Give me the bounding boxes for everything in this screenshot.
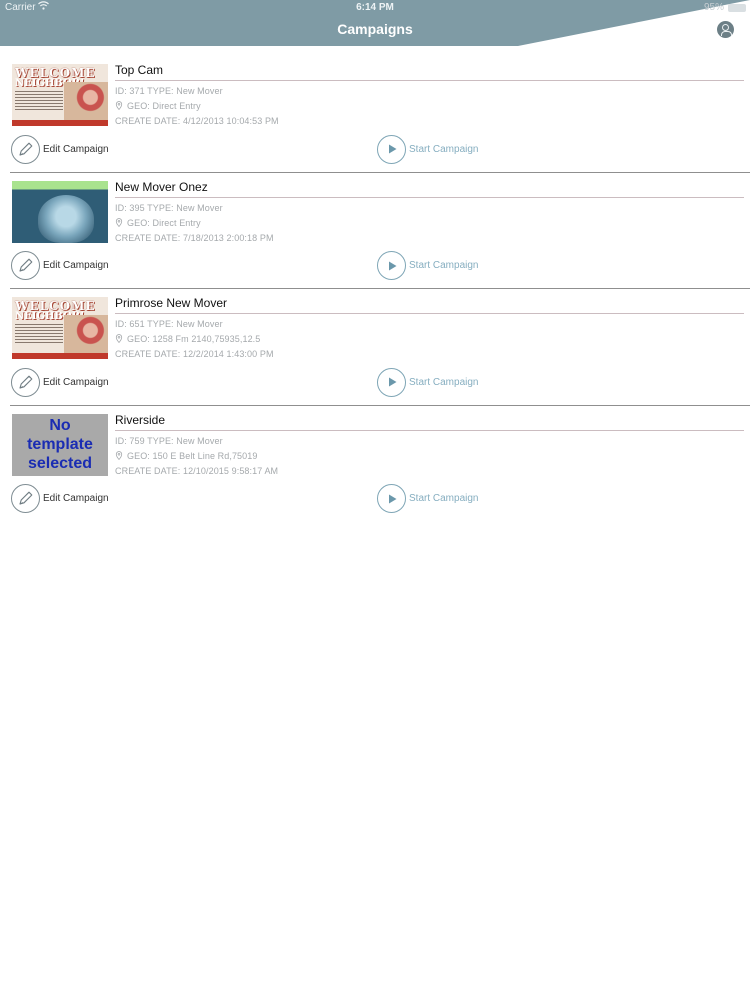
campaign-geo-text: GEO: 1258 Fm 2140,75935,12.5 xyxy=(127,334,261,344)
clock: 6:14 PM xyxy=(356,2,394,13)
start-campaign-button[interactable]: Start Campaign xyxy=(377,484,478,514)
edit-campaign-button[interactable]: Edit Campaign xyxy=(11,134,109,164)
campaign-create-date: CREATE DATE: 12/10/2015 9:58:17 AM xyxy=(115,465,279,476)
campaign-geo-text: GEO: Direct Entry xyxy=(127,101,201,111)
campaign-id-type: ID: 651 TYPE: New Mover xyxy=(115,319,223,329)
campaign-geo-text: GEO: Direct Entry xyxy=(127,217,201,228)
campaign-list: WELCOME NEIGHBOR! Top Cam ID: 371 TYPE: … xyxy=(0,56,750,522)
pencil-icon xyxy=(11,484,40,513)
pencil-icon xyxy=(11,367,40,397)
campaign-create-date: CREATE DATE: 4/12/2013 10:04:53 PM xyxy=(115,116,279,126)
no-template-text: selected xyxy=(27,455,93,472)
edit-campaign-button[interactable]: Edit Campaign xyxy=(11,251,109,281)
battery-percentage: 95% xyxy=(703,2,724,13)
campaign-id-type: ID: 759 TYPE: New Mover xyxy=(115,435,223,446)
play-icon xyxy=(377,367,406,397)
start-campaign-label: Start Campaign xyxy=(409,376,479,388)
edit-campaign-button[interactable]: Edit Campaign xyxy=(11,367,109,397)
campaign-card: New Mover Onez ID: 395 TYPE: New Mover G… xyxy=(0,173,750,289)
thumbnail-footer-bar xyxy=(12,353,108,359)
battery-icon xyxy=(728,4,746,12)
edit-campaign-button[interactable]: Edit Campaign xyxy=(11,484,109,514)
campaign-thumbnail[interactable]: No template selected xyxy=(12,413,108,476)
campaign-geo: GEO: 1258 Fm 2140,75935,12.5 xyxy=(115,334,260,344)
campaign-geo: GEO: Direct Entry xyxy=(115,101,201,111)
campaign-card: WELCOME NEIGHBOR! Top Cam ID: 371 TYPE: … xyxy=(0,56,750,173)
location-pin-icon xyxy=(115,217,123,227)
campaign-thumbnail[interactable]: WELCOME NEIGHBOR! xyxy=(12,297,108,359)
play-icon xyxy=(377,484,406,513)
pencil-icon xyxy=(11,251,40,280)
divider xyxy=(115,196,744,198)
divider xyxy=(115,313,744,314)
thumbnail-photo xyxy=(38,194,94,243)
location-pin-icon xyxy=(115,101,123,110)
edit-campaign-label: Edit Campaign xyxy=(43,376,109,388)
campaign-geo: GEO: Direct Entry xyxy=(115,218,201,228)
start-campaign-button[interactable]: Start Campaign xyxy=(377,251,478,281)
campaign-create-date: CREATE DATE: 7/18/2013 2:00:18 PM xyxy=(115,232,274,243)
thumbnail-body-text xyxy=(15,91,63,111)
page-title: Campaigns xyxy=(337,21,413,37)
edit-campaign-label: Edit Campaign xyxy=(43,260,109,271)
campaign-card: WELCOME NEIGHBOR! Primrose New Mover ID:… xyxy=(0,289,750,406)
location-pin-icon xyxy=(115,450,123,460)
thumbnail-footer-bar xyxy=(12,120,108,126)
edit-campaign-label: Edit Campaign xyxy=(43,493,109,504)
pencil-icon xyxy=(11,134,40,164)
no-template-text: template xyxy=(27,436,93,453)
user-circle-icon[interactable] xyxy=(717,21,734,38)
campaign-name: Primrose New Mover xyxy=(115,296,228,310)
play-icon xyxy=(377,251,406,280)
campaign-geo-text: GEO: 150 E Belt Line Rd,75019 xyxy=(127,450,258,461)
divider xyxy=(115,80,744,81)
nav-bar: Carrier 6:14 PM 95% Campaigns xyxy=(0,0,750,46)
campaign-id-type: ID: 395 TYPE: New Mover xyxy=(115,202,223,213)
no-template-text: No xyxy=(49,417,71,434)
thumbnail-body-text xyxy=(15,324,63,344)
campaign-name: New Mover Onez xyxy=(115,179,208,194)
play-icon xyxy=(377,134,406,164)
campaign-geo: GEO: 150 E Belt Line Rd,75019 xyxy=(115,451,257,461)
campaign-name: Riverside xyxy=(115,412,166,427)
edit-campaign-label: Edit Campaign xyxy=(43,143,109,155)
start-campaign-button[interactable]: Start Campaign xyxy=(377,134,478,164)
campaign-thumbnail[interactable] xyxy=(12,180,108,243)
campaign-id-type: ID: 371 TYPE: New Mover xyxy=(115,86,223,96)
start-campaign-button[interactable]: Start Campaign xyxy=(377,367,478,397)
campaign-create-date: CREATE DATE: 12/2/2014 1:43:00 PM xyxy=(115,349,274,359)
start-campaign-label: Start Campaign xyxy=(409,493,479,504)
campaign-thumbnail[interactable]: WELCOME NEIGHBOR! xyxy=(12,64,108,126)
start-campaign-label: Start Campaign xyxy=(409,260,479,271)
campaign-name: Top Cam xyxy=(115,63,164,77)
location-pin-icon xyxy=(115,334,123,343)
divider xyxy=(115,429,744,431)
start-campaign-label: Start Campaign xyxy=(409,143,479,155)
campaign-card: No template selected Riverside ID: 759 T… xyxy=(0,406,750,523)
status-bar: Carrier 6:14 PM 95% xyxy=(0,0,750,16)
